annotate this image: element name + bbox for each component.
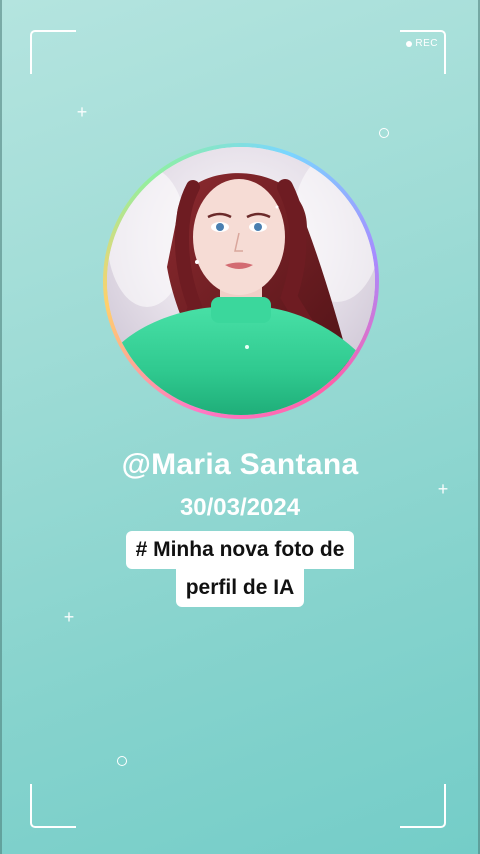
profile-handle: @Maria Santana bbox=[121, 448, 359, 481]
rec-dot-icon bbox=[406, 40, 413, 47]
viewfinder-corner-top-left bbox=[30, 30, 76, 74]
avatar-ring bbox=[103, 143, 379, 419]
avatar[interactable] bbox=[107, 147, 375, 415]
viewfinder-corner-bottom-right bbox=[400, 784, 446, 828]
caption-line: perfil de IA bbox=[175, 569, 305, 607]
frame-edge-left bbox=[0, 0, 2, 854]
rec-indicator: REC bbox=[406, 38, 438, 49]
avatar-portrait bbox=[107, 147, 375, 415]
viewfinder-corner-top-right bbox=[400, 30, 446, 74]
sparkle-icon: + bbox=[63, 607, 75, 627]
caption-box: # Minha nova foto de perfil de IA bbox=[0, 531, 480, 607]
viewfinder-corner-bottom-left bbox=[30, 784, 76, 828]
ring-icon bbox=[379, 128, 389, 138]
sparkle-icon: + bbox=[76, 102, 88, 122]
rec-label: REC bbox=[415, 38, 438, 49]
story-screen: REC + + + @Maria Santana 30/03/2024 # Mi… bbox=[0, 0, 480, 854]
caption-line: # Minha nova foto de bbox=[125, 531, 355, 569]
profile-date: 30/03/2024 bbox=[179, 494, 301, 521]
ring-icon bbox=[117, 756, 127, 766]
